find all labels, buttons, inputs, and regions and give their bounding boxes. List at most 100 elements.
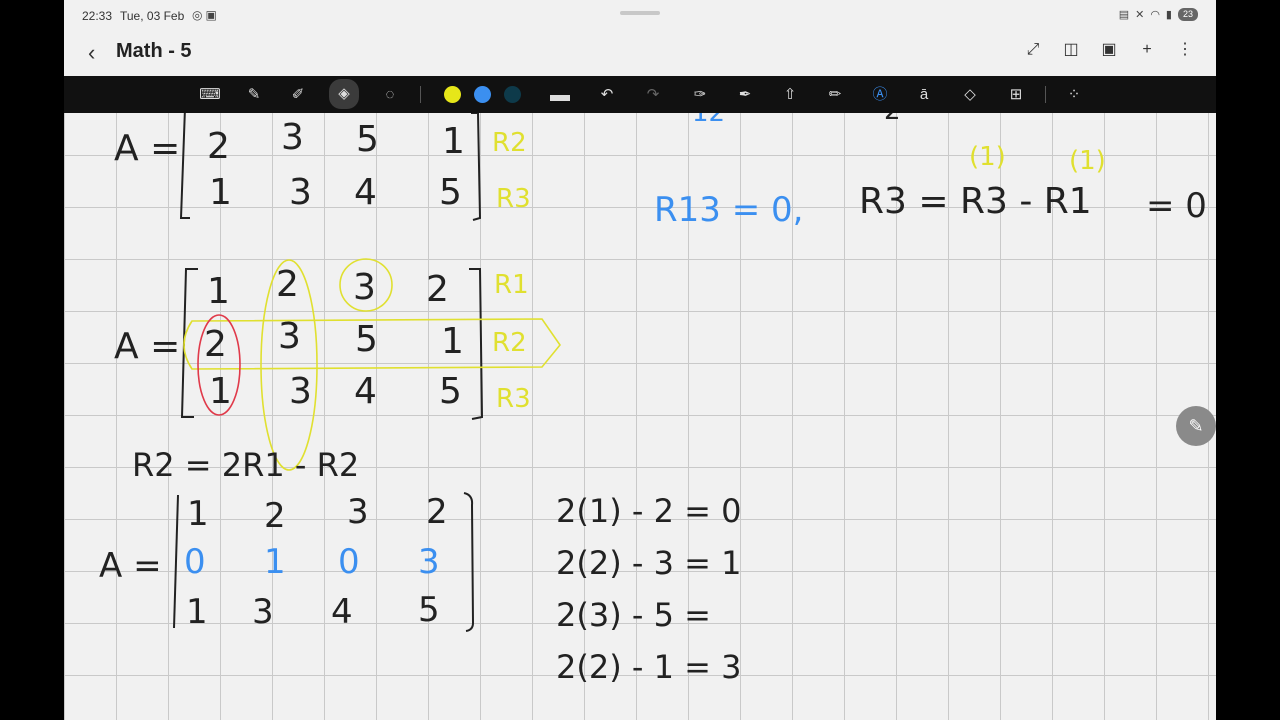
color-swatch-blue[interactable] [474, 86, 491, 103]
r3-operation: R3 = R3 - R1 [859, 181, 1092, 222]
matrix1-cell: 1 [209, 172, 232, 213]
pen-floating-button[interactable]: ✎ [1176, 406, 1216, 446]
calc-line: 2(2) - 1 = 3 [556, 648, 741, 686]
matrix1-cell: 1 [442, 121, 465, 162]
grid-menu-icon[interactable]: ⁘ [1062, 83, 1086, 107]
row-label: R1 [494, 270, 529, 300]
highlighter-icon[interactable]: ✐ [286, 83, 310, 107]
matrix3-cell: 2 [426, 492, 448, 532]
back-button[interactable]: ‹ [88, 40, 95, 66]
matrix3-cell: 4 [331, 592, 353, 632]
redo-icon[interactable]: ↷ [641, 83, 665, 107]
insert-icon[interactable]: ⊞ [1004, 83, 1028, 107]
marker-icon[interactable]: ✏ [823, 83, 847, 107]
matrix2-cell: 3 [353, 267, 376, 308]
handwriting-layer: A = 2 3 5 1 1 3 4 5 R2 R3 A = 1 2 3 2 2 … [99, 113, 1207, 686]
matrix1-cell: 3 [289, 172, 312, 213]
notes-app: 22:33 Tue, 03 Feb ◎▣ ▤ ✕ ◠ ▮ 23 ‹ Math -… [64, 0, 1216, 720]
status-time: 22:33 [82, 9, 113, 23]
matrix1-left-bracket [179, 113, 190, 219]
note-title: Math - 5 [116, 40, 192, 62]
matrix2-cell: 3 [278, 316, 301, 357]
text-style-icon[interactable]: Ⓐ [868, 83, 892, 107]
cut-off-note: 12 [692, 113, 725, 128]
row-operation: R2 = 2R1 - R2 [132, 446, 359, 484]
row-label: R3 [496, 184, 531, 214]
toolbar-divider [1045, 86, 1046, 103]
more-icon[interactable]: ⋮ [1176, 40, 1194, 60]
r3-result: = 0 [1146, 186, 1207, 226]
matrix2-label: A = [114, 326, 180, 367]
row-label: R2 [492, 128, 527, 158]
matrix2-cell: 1 [441, 321, 464, 362]
system-icons: ▤ ✕ ◠ ▮ 23 [1119, 8, 1198, 21]
status-date: Tue, 03 Feb [120, 9, 185, 23]
matrix3-cell: 0 [184, 542, 206, 582]
pen-settings-icon[interactable]: ✑ [688, 83, 712, 107]
matrix3-cell: 3 [347, 492, 369, 532]
matrix3-cell: 1 [264, 542, 286, 582]
export-icon[interactable]: ▣ [1100, 40, 1118, 60]
text-box-icon[interactable]: ā [912, 83, 936, 107]
matrix3-label: A = [99, 546, 162, 586]
status-bar: 22:33 Tue, 03 Feb ◎▣ ▤ ✕ ◠ ▮ 23 [64, 0, 1216, 32]
matrix2-cell: 2 [426, 269, 449, 310]
pen-icon[interactable]: ✎ [242, 83, 266, 107]
book-view-icon[interactable]: ◫ [1062, 40, 1080, 60]
matrix2-cell: 5 [439, 371, 462, 412]
calc-line: 2(2) - 3 = 1 [556, 544, 741, 582]
add-page-icon[interactable]: + [1138, 40, 1156, 60]
undo-icon[interactable]: ↶ [595, 83, 619, 107]
shape-pen-icon[interactable]: ✒ [733, 83, 757, 107]
color-swatch-teal[interactable] [504, 86, 521, 103]
matrix2-cell: 1 [207, 271, 230, 312]
matrix2-cell: 3 [289, 371, 312, 412]
eraser-icon[interactable]: ◈ [329, 79, 359, 109]
text-pen-icon[interactable]: ⇧ [778, 83, 802, 107]
cast-icon: ▤ [1118, 9, 1130, 21]
matrix3-left-bar [173, 494, 179, 629]
yellow-note: (1) [1069, 146, 1106, 176]
matrix3-cell: 5 [418, 590, 440, 630]
matrix1-right-bracket [471, 113, 482, 221]
matrix3-cell: 3 [418, 542, 440, 582]
title-bar: ‹ Math - 5 ⤢ ◫ ▣ + ⋮ [64, 32, 1216, 76]
note-canvas[interactable]: A = 2 3 5 1 1 3 4 5 R2 R3 A = 1 2 3 2 2 … [64, 113, 1216, 720]
matrix1-label: A = [114, 128, 180, 169]
toolbar-divider [420, 86, 421, 103]
matrix2-cell: 2 [204, 324, 227, 365]
color-swatch-yellow[interactable] [444, 86, 461, 103]
matrix1-cell: 2 [207, 126, 230, 167]
calc-line: 2(3) - 5 = [556, 596, 711, 634]
notification-icons: ◎▣ [192, 8, 220, 22]
mute-icon: ✕ [1135, 9, 1145, 21]
keyboard-icon[interactable]: ⌨ [198, 83, 222, 107]
shapes-icon[interactable]: ◇ [958, 83, 982, 107]
calc-line: 2(1) - 2 = 0 [556, 492, 741, 530]
matrix2-cell: 5 [355, 319, 378, 360]
line-width-icon[interactable]: ▬ [548, 83, 572, 107]
lasso-icon[interactable]: ◌ [378, 83, 402, 107]
matrix3-cell: 3 [252, 592, 274, 632]
blue-note: R13 = 0, [654, 190, 803, 230]
expand-icon[interactable]: ⤢ [1024, 40, 1042, 60]
matrix1-cell: 4 [354, 172, 377, 213]
matrix2-right-bracket [469, 268, 484, 420]
drag-handle[interactable] [620, 11, 660, 15]
matrix2-cell: 1 [209, 371, 232, 412]
matrix2-cell: 2 [276, 264, 299, 305]
signal-icon: ▮ [1165, 9, 1172, 21]
matrix3-cell: 0 [338, 542, 360, 582]
matrix1-cell: 3 [281, 117, 304, 158]
cut-off-note: 2 [884, 113, 901, 126]
row-label: R2 [492, 328, 527, 358]
yellow-note: (1) [969, 142, 1006, 172]
matrix3-cell: 1 [187, 494, 209, 534]
row-label: R3 [496, 384, 531, 414]
matrix3-cell: 2 [264, 496, 286, 536]
battery-icon: 23 [1177, 8, 1198, 21]
wifi-icon: ◠ [1150, 9, 1160, 21]
header-actions: ⤢ ◫ ▣ + ⋮ [1024, 40, 1194, 60]
matrix2-cell: 4 [354, 371, 377, 412]
matrix3-right-bracket [463, 492, 475, 632]
